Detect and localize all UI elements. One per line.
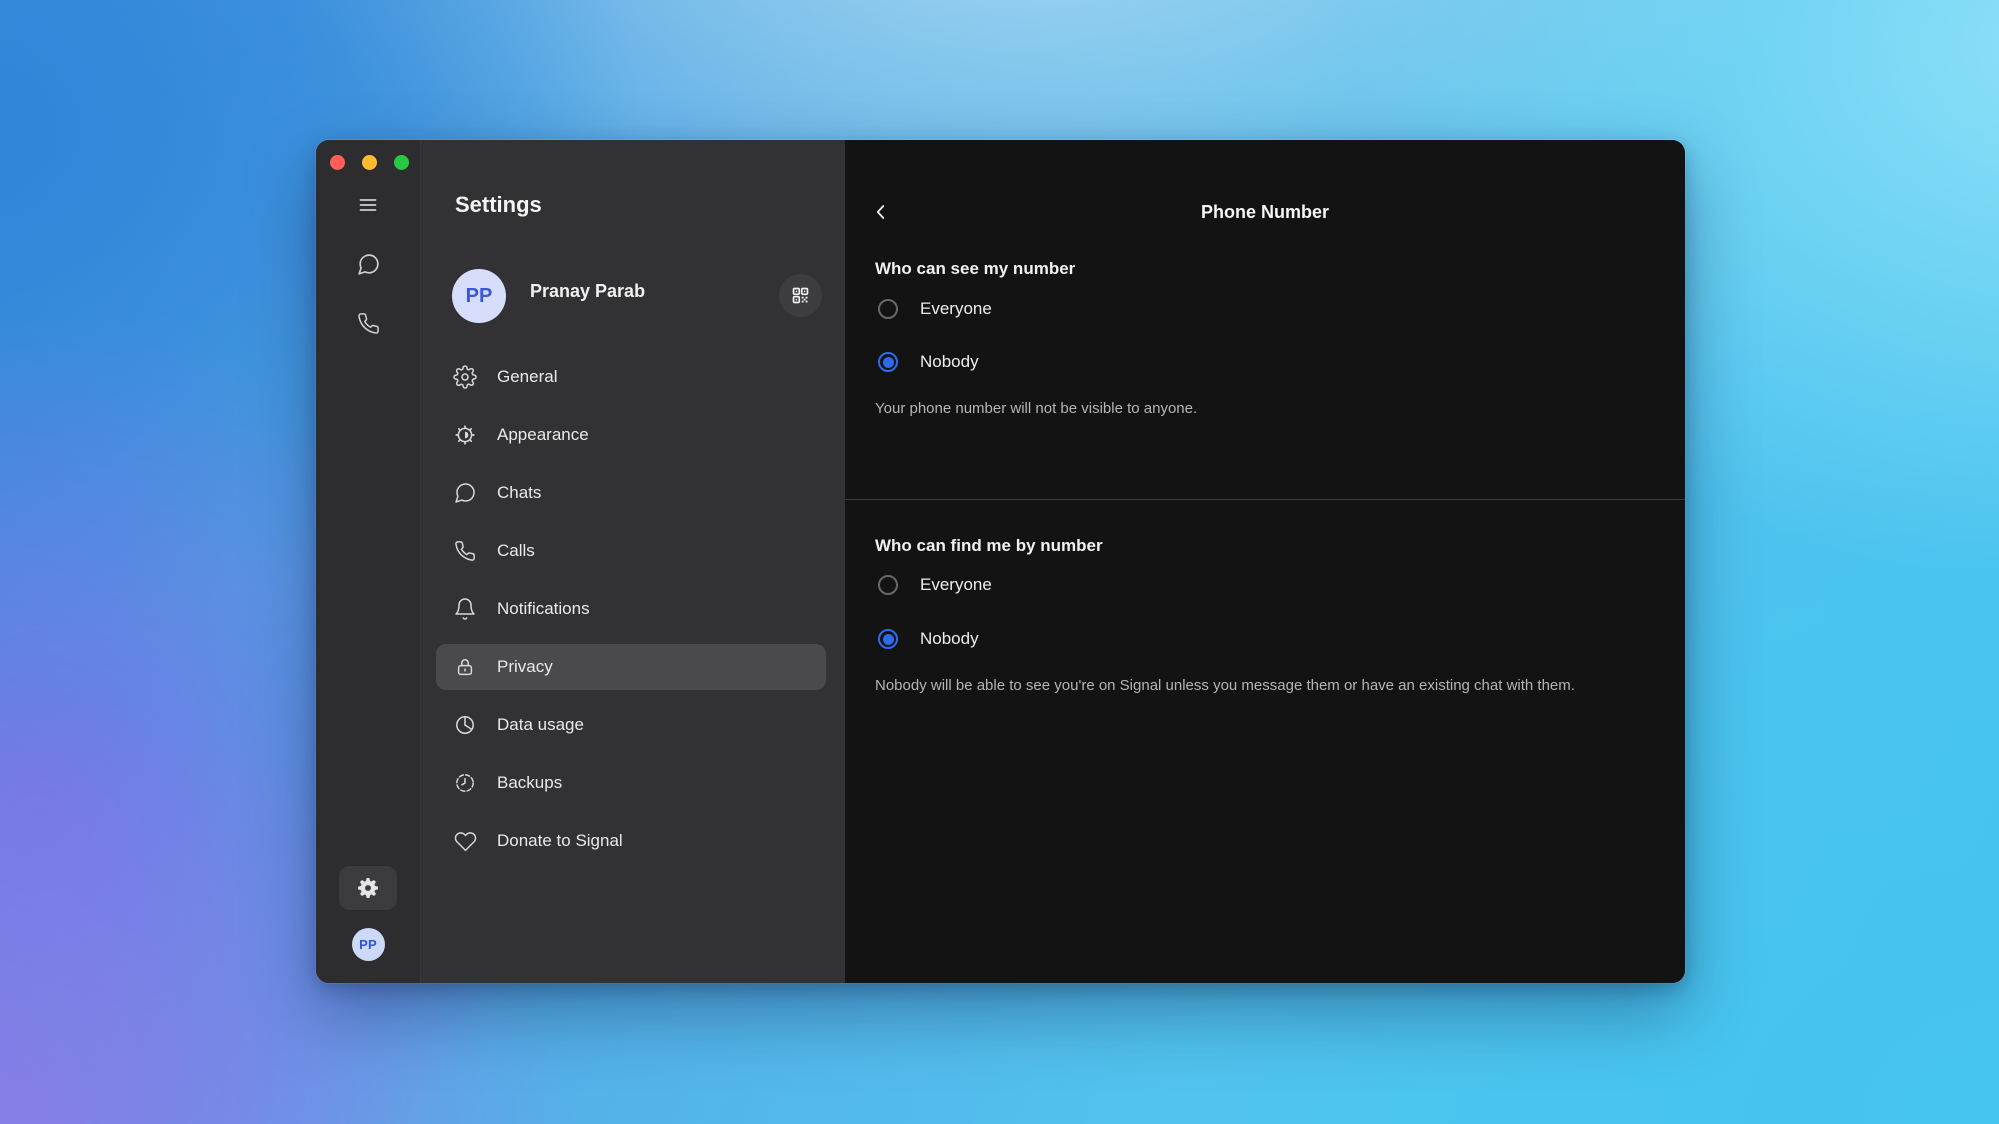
profile-avatar[interactable]: PP xyxy=(452,269,506,323)
sidebar-item-label: Backups xyxy=(497,773,562,793)
sidebar-item-label: Donate to Signal xyxy=(497,831,623,851)
find-me-by-number-section: Who can find me by number Everyone Nobod… xyxy=(845,500,1685,696)
radio-option-nobody[interactable]: Nobody xyxy=(875,626,1655,652)
page-title: Settings xyxy=(455,192,826,218)
gear-icon xyxy=(357,877,379,899)
sidebar-item-donate[interactable]: Donate to Signal xyxy=(436,818,826,864)
nav-rail: PP xyxy=(316,140,421,983)
panel-header: Phone Number xyxy=(845,190,1685,234)
profile-row[interactable]: PP Pranay Parab xyxy=(452,269,826,323)
sidebar-item-notifications[interactable]: Notifications xyxy=(436,586,826,632)
see-my-number-section: Who can see my number Everyone Nobody Yo… xyxy=(845,234,1685,419)
signal-settings-window: PP Settings PP Pranay Parab xyxy=(316,140,1685,983)
sidebar-item-calls[interactable]: Calls xyxy=(436,528,826,574)
settings-sidebar: Settings PP Pranay Parab xyxy=(421,140,845,983)
sidebar-item-data-usage[interactable]: Data usage xyxy=(436,702,826,748)
settings-nav-button[interactable] xyxy=(339,866,397,910)
chevron-left-icon xyxy=(870,201,892,223)
profile-name: Pranay Parab xyxy=(530,281,645,302)
bell-icon xyxy=(453,597,477,621)
traffic-lights xyxy=(330,155,409,170)
radio-button[interactable] xyxy=(878,629,898,649)
sidebar-item-general[interactable]: General xyxy=(436,354,826,400)
sidebar-item-label: Notifications xyxy=(497,599,590,619)
sidebar-item-label: Appearance xyxy=(497,425,589,445)
lock-icon xyxy=(453,655,477,679)
radio-label: Everyone xyxy=(920,299,992,319)
section-heading: Who can find me by number xyxy=(875,535,1655,557)
sidebar-item-label: Calls xyxy=(497,541,535,561)
phone-icon xyxy=(453,539,477,563)
close-button[interactable] xyxy=(330,155,345,170)
hamburger-menu-icon[interactable] xyxy=(354,191,382,219)
zoom-button[interactable] xyxy=(394,155,409,170)
sidebar-item-label: Chats xyxy=(497,483,541,503)
chat-bubble-icon xyxy=(453,481,477,505)
qr-code-icon xyxy=(790,285,811,306)
backup-clock-icon xyxy=(453,771,477,795)
sidebar-item-appearance[interactable]: Appearance xyxy=(436,412,826,458)
section-heading: Who can see my number xyxy=(875,258,1655,280)
appearance-icon xyxy=(453,423,477,447)
radio-option-everyone[interactable]: Everyone xyxy=(875,296,1655,322)
phone-number-panel: Phone Number Who can see my number Every… xyxy=(845,140,1685,983)
sidebar-item-label: General xyxy=(497,367,557,387)
minimize-button[interactable] xyxy=(362,155,377,170)
radio-option-everyone[interactable]: Everyone xyxy=(875,572,1655,598)
radio-button[interactable] xyxy=(878,575,898,595)
panel-title: Phone Number xyxy=(845,202,1685,223)
radio-button[interactable] xyxy=(878,299,898,319)
sidebar-item-label: Privacy xyxy=(497,657,553,677)
radio-label: Everyone xyxy=(920,575,992,595)
sidebar-item-privacy[interactable]: Privacy xyxy=(436,644,826,690)
settings-menu: General Appearance xyxy=(436,354,826,864)
radio-button[interactable] xyxy=(878,352,898,372)
gear-icon xyxy=(453,365,477,389)
section-description: Nobody will be able to see you're on Sig… xyxy=(875,675,1623,696)
back-button[interactable] xyxy=(859,190,903,234)
section-description: Your phone number will not be visible to… xyxy=(875,398,1623,419)
pie-chart-icon xyxy=(453,713,477,737)
calls-nav-icon[interactable] xyxy=(354,309,382,337)
radio-option-nobody[interactable]: Nobody xyxy=(875,349,1655,375)
radio-label: Nobody xyxy=(920,629,979,649)
chats-nav-icon[interactable] xyxy=(354,250,382,278)
qr-code-button[interactable] xyxy=(779,274,822,317)
sidebar-item-label: Data usage xyxy=(497,715,584,735)
heart-icon xyxy=(453,829,477,853)
profile-avatar-small[interactable]: PP xyxy=(352,928,385,961)
sidebar-item-chats[interactable]: Chats xyxy=(436,470,826,516)
radio-label: Nobody xyxy=(920,352,979,372)
sidebar-item-backups[interactable]: Backups xyxy=(436,760,826,806)
